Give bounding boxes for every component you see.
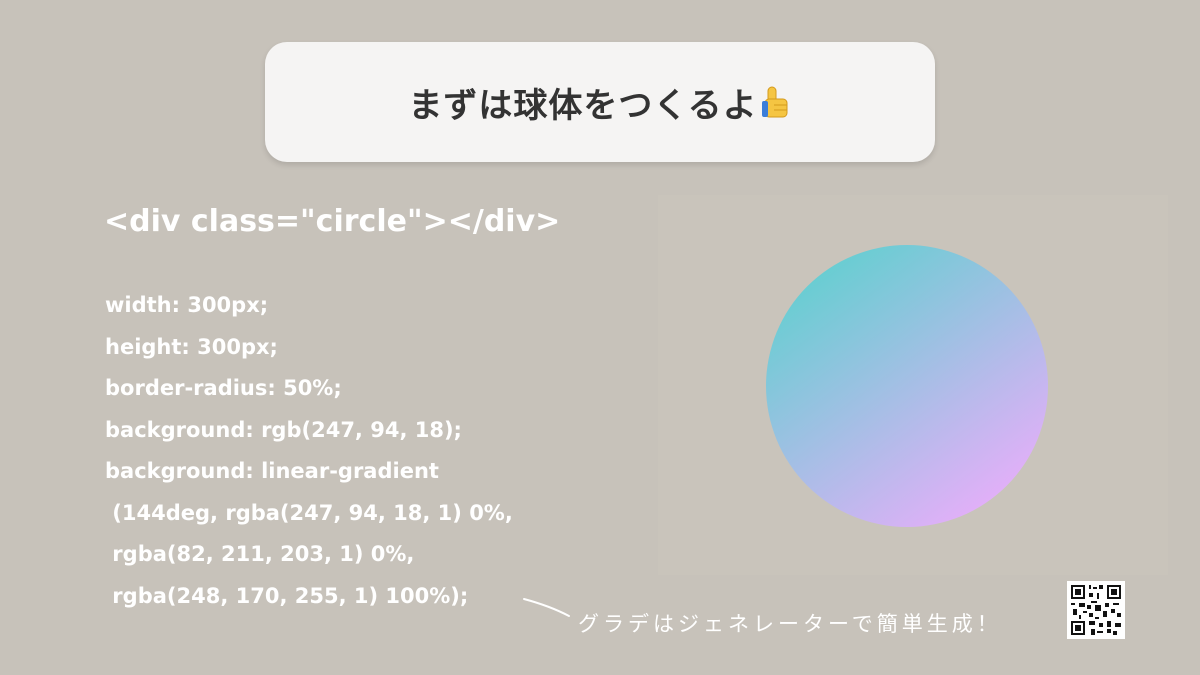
css-code-line: width: 300px; — [105, 293, 269, 317]
css-code-line: border-radius: 50%; — [105, 376, 342, 400]
preview-panel — [658, 195, 1168, 575]
css-code-line: (144deg, rgba(247, 94, 18, 1) 0%, — [105, 500, 513, 525]
qr-code — [1067, 581, 1125, 639]
css-code-line: height: 300px; — [105, 334, 278, 359]
pointer-line — [523, 598, 570, 617]
page-title: まずは球体をつくるよ — [408, 85, 758, 126]
title-card: まずは球体をつくるよ — [265, 42, 935, 162]
css-code-block: width: 300px; height: 300px; border-radi… — [105, 285, 513, 617]
note-text: グラデはジェネレーターで簡単生成！ — [578, 612, 1002, 636]
css-code-line: rgba(248, 170, 255, 1) 100%); — [105, 583, 469, 608]
css-code-line: background: rgb(247, 94, 18); — [105, 417, 462, 442]
thumbs-up-icon — [761, 85, 792, 119]
gradient-circle — [766, 245, 1048, 527]
html-code-line: <div class="circle"></div> — [104, 204, 561, 239]
css-code-line: rgba(82, 211, 203, 1) 0%, — [105, 542, 415, 566]
css-code-line: background: linear-gradient — [105, 459, 439, 483]
